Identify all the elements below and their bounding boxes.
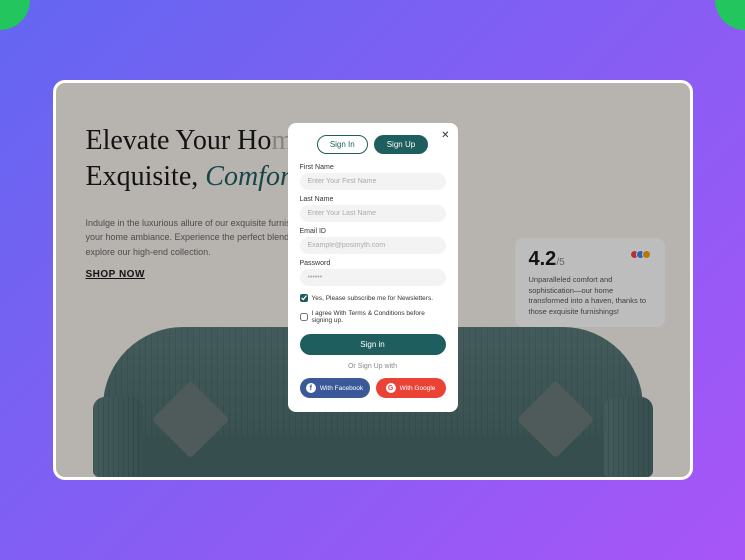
social-divider: Or Sign Up with — [300, 363, 446, 370]
tab-signin[interactable]: Sign In — [317, 135, 368, 154]
modal-overlay: ✕ Sign In Sign Up First Name Last Name E… — [56, 83, 690, 477]
facebook-button[interactable]: f With Facebook — [300, 378, 370, 398]
email-label: Email ID — [300, 228, 446, 235]
terms-label: I agree With Terms & Conditions before s… — [312, 310, 446, 324]
email-input[interactable] — [300, 237, 446, 254]
auth-tabs: Sign In Sign Up — [300, 135, 446, 154]
submit-button[interactable]: Sign in — [300, 334, 446, 355]
google-icon: G — [386, 383, 396, 393]
terms-checkbox[interactable] — [300, 313, 308, 321]
newsletter-checkbox[interactable] — [300, 294, 308, 302]
app-window: Elevate Your Home with Exquisite, Comfor… — [53, 80, 693, 480]
facebook-icon: f — [306, 383, 316, 393]
password-label: Password — [300, 260, 446, 267]
signup-modal: ✕ Sign In Sign Up First Name Last Name E… — [288, 123, 458, 412]
google-button[interactable]: G With Google — [376, 378, 446, 398]
firstname-label: First Name — [300, 164, 446, 171]
firstname-input[interactable] — [300, 173, 446, 190]
lastname-label: Last Name — [300, 196, 446, 203]
password-input[interactable] — [300, 269, 446, 286]
tab-signup[interactable]: Sign Up — [374, 135, 428, 154]
close-icon[interactable]: ✕ — [441, 131, 449, 141]
lastname-input[interactable] — [300, 205, 446, 222]
newsletter-label: Yes, Please subscribe me for Newsletters… — [312, 295, 434, 302]
